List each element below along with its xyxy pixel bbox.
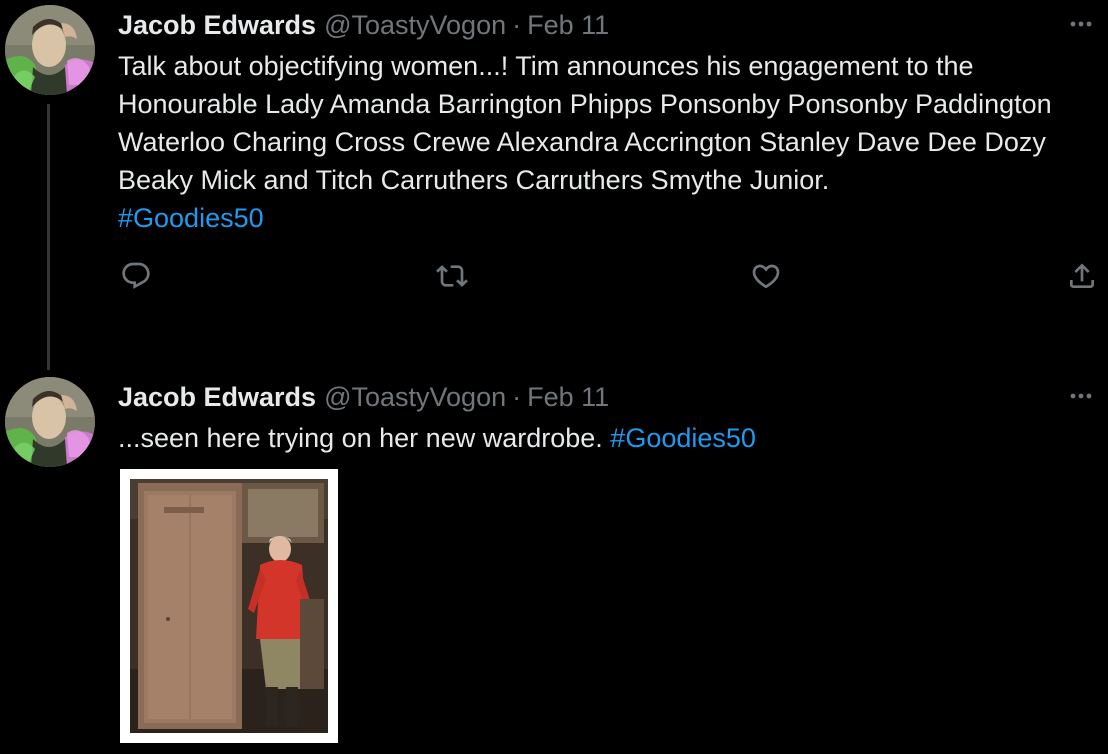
tweet-header: Jacob Edwards @ToastyVogon · Feb 11 (118, 380, 609, 414)
tweet-body: Talk about objectifying women...! Tim an… (118, 51, 1052, 195)
more-icon (1070, 21, 1092, 27)
tweet-photo[interactable] (120, 469, 338, 743)
separator: · (512, 382, 522, 412)
tweet-text: ...seen here trying on her new wardrobe.… (118, 419, 1093, 457)
author-handle[interactable]: @ToastyVogon (324, 8, 506, 42)
tweet-header: Jacob Edwards @ToastyVogon · Feb 11 (118, 8, 609, 42)
tweet-date[interactable]: Feb 11 (527, 380, 609, 414)
more-button[interactable] (1066, 14, 1096, 34)
retweet-icon (436, 265, 468, 287)
author-name[interactable]: Jacob Edwards (118, 380, 316, 414)
thread-line (47, 104, 50, 370)
heart-icon (752, 264, 780, 289)
like-button[interactable] (748, 258, 784, 294)
hashtag-link[interactable]: #Goodies50 (610, 423, 756, 453)
tweet-actions (118, 258, 1100, 294)
more-button[interactable] (1066, 386, 1096, 406)
separator: · (512, 10, 522, 40)
share-icon (1070, 263, 1094, 288)
tweet-date[interactable]: Feb 11 (527, 8, 609, 42)
author-name[interactable]: Jacob Edwards (118, 8, 316, 42)
avatar[interactable] (5, 377, 95, 467)
avatar[interactable] (5, 5, 95, 95)
more-icon (1070, 393, 1092, 399)
reply-button[interactable] (118, 258, 154, 294)
reply-icon (122, 262, 150, 289)
tweet-text: Talk about objectifying women...! Tim an… (118, 47, 1093, 237)
retweet-button[interactable] (434, 258, 470, 294)
author-handle[interactable]: @ToastyVogon (324, 380, 506, 414)
share-button[interactable] (1064, 258, 1100, 294)
tweet-body: ...seen here trying on her new wardrobe. (118, 423, 603, 453)
hashtag-link[interactable]: #Goodies50 (118, 203, 264, 233)
